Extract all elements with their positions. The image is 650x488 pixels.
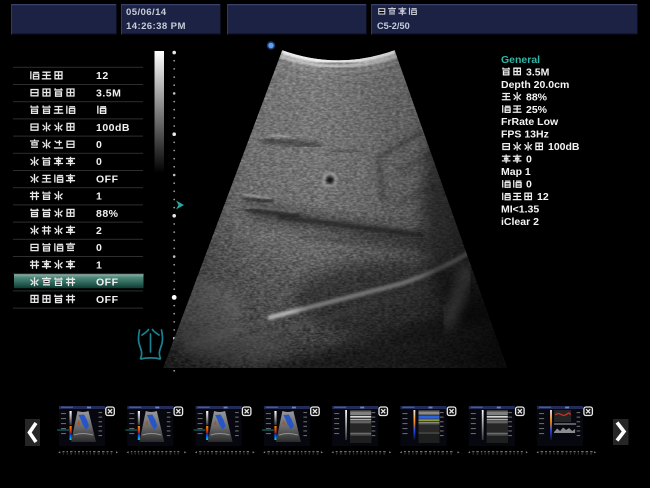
svg-text:1: 1 bbox=[96, 191, 102, 203]
svg-text:iClear 2: iClear 2 bbox=[501, 216, 539, 228]
svg-text:OFF: OFF bbox=[96, 173, 119, 185]
svg-text:OFF: OFF bbox=[96, 277, 119, 289]
svg-text:25%: 25% bbox=[526, 104, 548, 116]
svg-text:0: 0 bbox=[96, 156, 102, 168]
svg-text:88%: 88% bbox=[526, 91, 548, 103]
svg-text:Depth 20.0cm: Depth 20.0cm bbox=[501, 79, 569, 91]
svg-text:0: 0 bbox=[526, 179, 532, 191]
svg-text:0: 0 bbox=[96, 139, 102, 151]
svg-text:100dB: 100dB bbox=[96, 122, 130, 134]
svg-text:0: 0 bbox=[526, 154, 532, 166]
svg-text:05/06/14: 05/06/14 bbox=[126, 7, 167, 18]
svg-text:Map 1: Map 1 bbox=[501, 166, 531, 178]
svg-text:12: 12 bbox=[96, 70, 109, 82]
svg-text:FrRate Low: FrRate Low bbox=[501, 116, 559, 128]
svg-text:General: General bbox=[501, 54, 540, 66]
svg-text:88%: 88% bbox=[96, 208, 119, 220]
svg-text:C5-2/50: C5-2/50 bbox=[377, 21, 410, 31]
svg-text:3.5M: 3.5M bbox=[526, 66, 550, 78]
svg-text:MI<1.35: MI<1.35 bbox=[501, 204, 539, 216]
svg-text:12: 12 bbox=[537, 191, 549, 203]
svg-text:2: 2 bbox=[96, 225, 102, 237]
svg-text:0: 0 bbox=[96, 242, 102, 254]
svg-text:3.5M: 3.5M bbox=[96, 87, 121, 99]
svg-text:100dB: 100dB bbox=[548, 141, 580, 153]
svg-text:OFF: OFF bbox=[96, 294, 119, 306]
svg-text:14:26:38 PM: 14:26:38 PM bbox=[126, 21, 186, 32]
svg-text:FPS 13Hz: FPS 13Hz bbox=[501, 129, 549, 141]
svg-text:1: 1 bbox=[96, 259, 102, 271]
